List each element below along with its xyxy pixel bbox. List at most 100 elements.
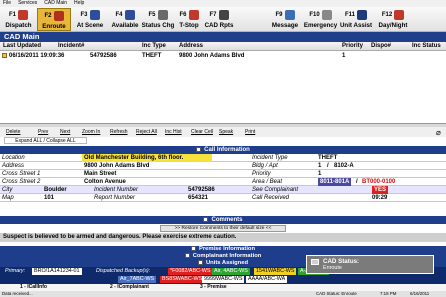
see-complainant-value[interactable]: YES bbox=[372, 186, 389, 194]
col-incident[interactable]: Incident# bbox=[58, 42, 84, 51]
address-value[interactable]: 9800 John Adams Blvd bbox=[84, 162, 149, 170]
tab-print[interactable]: Print bbox=[245, 127, 255, 137]
report-number-value[interactable]: 654321 bbox=[188, 194, 208, 202]
area-value[interactable]: 8011-801A bbox=[318, 178, 352, 186]
cell-inc-type: THEFT bbox=[142, 53, 162, 59]
cross-street-1-label: Cross Street 1 bbox=[2, 171, 41, 177]
backup-unit[interactable]: 9999WABC-WS bbox=[202, 276, 245, 283]
toolbar-button-cad-rpts[interactable]: F7 CAD Rpts bbox=[204, 8, 234, 31]
toolbar-button-status-chg[interactable]: F5 Status Chg bbox=[142, 8, 174, 31]
premise-title: Premise Information bbox=[198, 246, 256, 252]
incident-grid: 06/16/2011 19:09:36 54792586 THEFT 9800 … bbox=[0, 51, 446, 124]
tab-delete[interactable]: Delete bbox=[6, 127, 20, 137]
cell-address: 9800 John Adams Blvd bbox=[179, 53, 245, 59]
col-inc-type[interactable]: Inc Type bbox=[142, 42, 166, 51]
toolbar-button-enroute[interactable]: F2 Enroute bbox=[37, 8, 71, 31]
incident-type-value[interactable]: THEFT bbox=[318, 154, 337, 162]
toolbar-button-dispatch[interactable]: F1 Dispatch bbox=[2, 8, 35, 31]
primary-label: Primary: bbox=[5, 268, 26, 274]
units-checkbox[interactable] bbox=[198, 260, 203, 265]
backup-unit[interactable]: BS8SWABC-WS bbox=[160, 276, 205, 283]
toolbar-button-at-scene[interactable]: F3 At Scene bbox=[73, 8, 107, 31]
window-title: CAD Main bbox=[0, 32, 446, 42]
complainant-checkbox[interactable] bbox=[184, 253, 190, 258]
map-label: Map bbox=[2, 195, 14, 201]
backup-unit[interactable]: AAAA/ABC-WA bbox=[246, 276, 288, 283]
function-key: F7 bbox=[209, 11, 217, 18]
expand-collapse-button[interactable]: Expand ALL / Collapse ALL bbox=[4, 137, 87, 144]
enroute-icon bbox=[53, 10, 64, 21]
tab-reject-all[interactable]: Reject All bbox=[136, 127, 157, 137]
menu-services[interactable]: Services bbox=[18, 0, 37, 6]
backup-unit[interactable]: *F0082/ABC-WS bbox=[168, 268, 213, 275]
cad-status-notification[interactable]: CAD Status: Enroute bbox=[306, 255, 434, 274]
row-map: Map 101 Report Number 654321 Call Receiv… bbox=[0, 194, 446, 202]
restore-comments-button[interactable]: >> Restore Comments to their default siz… bbox=[160, 225, 286, 232]
toolbar-button-day-night[interactable]: F12 Day/Night bbox=[376, 8, 410, 31]
menu-file[interactable]: File bbox=[3, 0, 11, 6]
toolbar-button-t-stop[interactable]: F6 T-Stop bbox=[175, 8, 203, 31]
toolbar-button-label: Dispatch bbox=[5, 22, 32, 29]
tab-refresh[interactable]: Refresh bbox=[110, 127, 128, 137]
attach-icon[interactable]: ⌀ bbox=[436, 128, 441, 138]
menu-bar: File Services CAD Main Help bbox=[0, 0, 446, 7]
toolbar-button-message[interactable]: F9 Message bbox=[268, 8, 302, 31]
call-info-checkbox[interactable] bbox=[196, 147, 202, 152]
function-key: F12 bbox=[381, 11, 393, 18]
menu-cad-main[interactable]: CAD Main bbox=[44, 0, 67, 6]
comments-checkbox[interactable] bbox=[203, 217, 209, 222]
backup-unit[interactable]: Air, 4ABC-WS bbox=[212, 268, 250, 275]
call-info-header[interactable]: Call Information bbox=[0, 146, 446, 154]
function-key: F9 bbox=[275, 11, 283, 18]
col-inc-status[interactable]: Inc Status bbox=[412, 42, 441, 51]
toolbar-button-unit-assist[interactable]: F11 Unit Assist bbox=[338, 8, 374, 31]
tab-prev[interactable]: Prev bbox=[38, 127, 48, 137]
cross-street-2-value[interactable]: Colton Avenue bbox=[84, 178, 126, 186]
bldg-apt-label: Bldg / Apt bbox=[252, 163, 278, 169]
tab-speak[interactable]: Speak bbox=[219, 127, 233, 137]
at-scene-icon bbox=[89, 9, 100, 20]
tab-clear-cell[interactable]: Clear Cell bbox=[191, 127, 213, 137]
backup-unit[interactable]: 1541WABC-WS bbox=[254, 268, 297, 275]
toolbar-button-label: Emergency bbox=[303, 22, 338, 29]
tab-inc-hist[interactable]: Inc Hist bbox=[165, 127, 182, 137]
cross-street-1-value[interactable]: Main Street bbox=[84, 170, 116, 178]
apt-value[interactable]: 8102-A bbox=[334, 162, 354, 170]
col-last-updated[interactable]: Last Updated bbox=[3, 42, 41, 51]
map-value[interactable]: 101 bbox=[44, 194, 54, 202]
function-key: F11 bbox=[344, 11, 355, 18]
function-key: F1 bbox=[8, 11, 16, 18]
city-value[interactable]: Boulder bbox=[44, 186, 67, 194]
tab-callinfo[interactable]: 1 - ICallInfo bbox=[20, 284, 47, 291]
tab-zoom-in[interactable]: Zoom In bbox=[82, 127, 100, 137]
toolbar-button-label: Unit Assist bbox=[339, 22, 373, 29]
comments-header[interactable]: Comments bbox=[0, 216, 446, 224]
tab-complainant[interactable]: 2 - IComplainant bbox=[110, 284, 149, 291]
tab-premise[interactable]: 3 - Premise bbox=[200, 284, 227, 291]
col-priority[interactable]: Priority bbox=[342, 42, 363, 51]
bldg-value[interactable]: 1 bbox=[318, 162, 321, 170]
toolbar-button-emergency[interactable]: F10 Emergency bbox=[304, 8, 337, 31]
premise-checkbox[interactable] bbox=[190, 246, 196, 251]
col-dispo[interactable]: Dispo# bbox=[371, 42, 391, 51]
function-key: F2 bbox=[44, 12, 52, 19]
primary-unit[interactable]: BRO/1A141234-01 bbox=[32, 268, 82, 275]
backup-unit[interactable]: Air_7ABC-WS bbox=[118, 276, 157, 283]
toolbar-button-available[interactable]: F4 Available bbox=[109, 8, 141, 31]
premise-info-header[interactable]: Premise Information bbox=[0, 246, 446, 253]
call-received-value[interactable]: 09:29 bbox=[372, 194, 387, 202]
cross-street-2-label: Cross Street 2 bbox=[2, 179, 41, 185]
tab-next[interactable]: Next bbox=[60, 127, 70, 137]
menu-help[interactable]: Help bbox=[74, 0, 84, 6]
toolbar-button-label: Status Chg bbox=[141, 22, 175, 29]
table-row[interactable]: 06/16/2011 19:09:36 54792586 THEFT 9800 … bbox=[0, 52, 446, 60]
address-label: Address bbox=[2, 163, 25, 169]
beat-value[interactable]: BT000-0100 bbox=[362, 178, 395, 186]
row-cross2: Cross Street 2 Colton Avenue Area / Beat… bbox=[0, 178, 446, 186]
location-value[interactable]: Old Manchester Building, 6th floor. bbox=[82, 154, 212, 162]
col-address[interactable]: Address bbox=[179, 42, 203, 51]
incident-number-value[interactable]: 54792586 bbox=[188, 186, 215, 194]
comment-text: Suspect is believed to be armed and dang… bbox=[0, 233, 446, 242]
toolbar-button-label: At Scene bbox=[76, 22, 104, 29]
priority-value[interactable]: 1 bbox=[318, 170, 321, 178]
